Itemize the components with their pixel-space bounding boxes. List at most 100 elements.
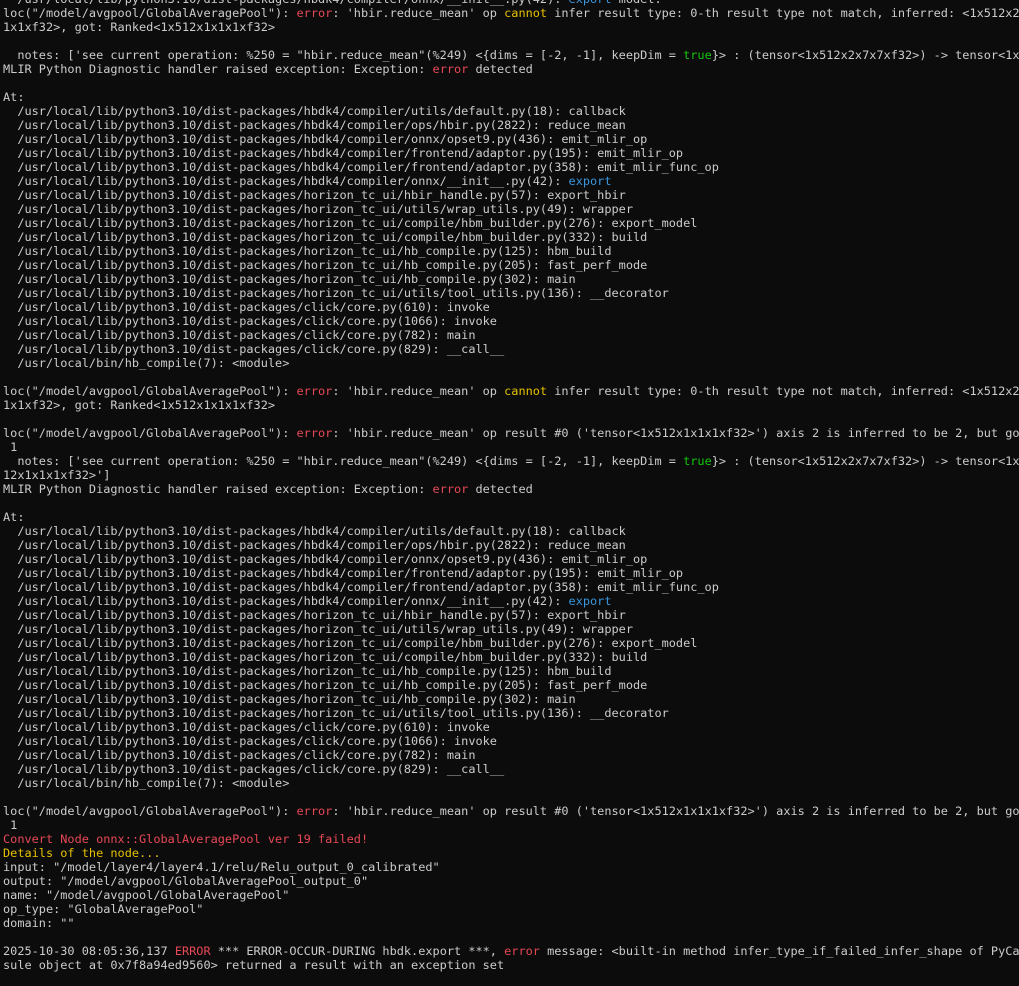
terminal-line: /usr/local/bin/hb_compile(7): <module> bbox=[3, 356, 1019, 370]
terminal-line: 1 bbox=[3, 440, 1019, 454]
terminal-text-segment: /usr/local/bin/hb_compile(7): <module> bbox=[3, 356, 290, 370]
terminal-line: /usr/local/lib/python3.10/dist-packages/… bbox=[3, 692, 1019, 706]
terminal-line: /usr/local/lib/python3.10/dist-packages/… bbox=[3, 216, 1019, 230]
terminal-line: name: "/model/avgpool/GlobalAveragePool" bbox=[3, 888, 1019, 902]
terminal-line: 1x1xf32>, got: Ranked<1x512x1x1x1xf32> bbox=[3, 20, 1019, 34]
terminal-text-segment: 12x1x1x1xf32>'] bbox=[3, 468, 111, 482]
terminal-line: loc("/model/avgpool/GlobalAveragePool"):… bbox=[3, 426, 1019, 440]
terminal-text-segment: error bbox=[432, 62, 469, 76]
terminal-text-segment: /usr/local/lib/python3.10/dist-packages/… bbox=[3, 216, 698, 230]
terminal-text-segment: /usr/local/lib/python3.10/dist-packages/… bbox=[3, 734, 497, 748]
terminal-text-segment: loc("/model/avgpool/GlobalAveragePool"): bbox=[3, 426, 297, 440]
terminal-line: loc("/model/avgpool/GlobalAveragePool"):… bbox=[3, 384, 1019, 398]
terminal-line: 2025-10-30 08:05:36,137 ERROR *** ERROR-… bbox=[3, 944, 1019, 958]
terminal-text-segment: error bbox=[432, 482, 469, 496]
terminal-text-segment: /usr/local/lib/python3.10/dist-packages/… bbox=[3, 328, 476, 342]
terminal-text-segment: notes: ['see current operation: %250 = "… bbox=[3, 48, 684, 62]
terminal-text-segment: /usr/local/lib/python3.10/dist-packages/… bbox=[3, 650, 648, 664]
terminal-text-segment: detected bbox=[468, 62, 533, 76]
terminal-text-segment: /usr/local/lib/python3.10/dist-packages/… bbox=[3, 230, 648, 244]
terminal-line: /usr/local/lib/python3.10/dist-packages/… bbox=[3, 678, 1019, 692]
terminal-line: 1 bbox=[3, 818, 1019, 832]
terminal-text-segment: 1 bbox=[3, 440, 18, 454]
terminal-line: /usr/local/bin/hb_compile(7): <module> bbox=[3, 776, 1019, 790]
terminal-line: /usr/local/lib/python3.10/dist-packages/… bbox=[3, 622, 1019, 636]
terminal-text-segment: true bbox=[683, 454, 712, 468]
terminal-text-segment: cannot bbox=[504, 384, 548, 398]
terminal-text-segment: input: "/model/layer4/layer4.1/relu/Relu… bbox=[3, 860, 440, 874]
terminal-line: notes: ['see current operation: %250 = "… bbox=[3, 454, 1019, 468]
terminal-line: /usr/local/lib/python3.10/dist-packages/… bbox=[3, 762, 1019, 776]
terminal-text-segment: /usr/local/lib/python3.10/dist-packages/… bbox=[3, 608, 626, 622]
terminal-text-segment: cannot bbox=[504, 6, 548, 20]
terminal-text-segment: /usr/local/lib/python3.10/dist-packages/… bbox=[3, 524, 626, 538]
terminal-text-segment: /usr/local/lib/python3.10/dist-packages/… bbox=[3, 692, 576, 706]
terminal-line: At: bbox=[3, 510, 1019, 524]
terminal-text-segment: MLIR Python Diagnostic handler raised ex… bbox=[3, 62, 433, 76]
terminal-text-segment: /usr/local/lib/python3.10/dist-packages/… bbox=[3, 272, 576, 286]
terminal-line: /usr/local/lib/python3.10/dist-packages/… bbox=[3, 566, 1019, 580]
terminal-text-segment: output: "/model/avgpool/GlobalAveragePoo… bbox=[3, 874, 369, 888]
terminal-text-segment: /usr/local/lib/python3.10/dist-packages/… bbox=[3, 188, 626, 202]
terminal-text-segment: /usr/local/lib/python3.10/dist-packages/… bbox=[3, 286, 669, 300]
terminal-line: /usr/local/lib/python3.10/dist-packages/… bbox=[3, 244, 1019, 258]
terminal-text-segment: Details of the node... bbox=[3, 846, 161, 860]
terminal-text-segment: }> : (tensor<1x512x2x7x7xf32>) -> tensor… bbox=[711, 48, 1019, 62]
terminal-line: /usr/local/lib/python3.10/dist-packages/… bbox=[3, 664, 1019, 678]
terminal-text-segment: export bbox=[568, 594, 612, 608]
terminal-line: /usr/local/lib/python3.10/dist-packages/… bbox=[3, 552, 1019, 566]
terminal-text-segment: MLIR Python Diagnostic handler raised ex… bbox=[3, 482, 433, 496]
terminal-line: MLIR Python Diagnostic handler raised ex… bbox=[3, 62, 1019, 76]
terminal-line: /usr/local/lib/python3.10/dist-packages/… bbox=[3, 104, 1019, 118]
terminal-line: op_type: "GlobalAveragePool" bbox=[3, 902, 1019, 916]
terminal-text-segment: name: "/model/avgpool/GlobalAveragePool" bbox=[3, 888, 290, 902]
terminal-line: /usr/local/lib/python3.10/dist-packages/… bbox=[3, 328, 1019, 342]
terminal-text-segment: detected bbox=[468, 482, 533, 496]
terminal-text-segment: message: <built-in method infer_type_if_… bbox=[539, 944, 1019, 958]
terminal-text-segment: /usr/local/lib/python3.10/dist-packages/… bbox=[3, 132, 648, 146]
terminal-text-segment: /usr/local/lib/python3.10/dist-packages/… bbox=[3, 552, 648, 566]
terminal-text-segment: notes: ['see current operation: %250 = "… bbox=[3, 454, 684, 468]
terminal-text-segment: /usr/local/lib/python3.10/dist-packages/… bbox=[3, 580, 719, 594]
terminal-text-segment: error bbox=[296, 426, 333, 440]
terminal-line: /usr/local/lib/python3.10/dist-packages/… bbox=[3, 146, 1019, 160]
terminal-text-segment: : 'hbir.reduce_mean' op bbox=[332, 6, 505, 20]
terminal-line: /usr/local/lib/python3.10/dist-packages/… bbox=[3, 734, 1019, 748]
terminal-text-segment: /usr/local/lib/python3.10/dist-packages/… bbox=[3, 664, 612, 678]
terminal-line: input: "/model/layer4/layer4.1/relu/Relu… bbox=[3, 860, 1019, 874]
terminal-text-segment: error bbox=[296, 384, 333, 398]
terminal-line: /usr/local/lib/python3.10/dist-packages/… bbox=[3, 132, 1019, 146]
terminal-text-segment: /usr/local/lib/python3.10/dist-packages/… bbox=[3, 174, 569, 188]
terminal-text-segment: error bbox=[296, 6, 333, 20]
terminal-text-segment: /usr/local/lib/python3.10/dist-packages/… bbox=[3, 566, 684, 580]
terminal-line: /usr/local/lib/python3.10/dist-packages/… bbox=[3, 748, 1019, 762]
terminal-line: /usr/local/lib/python3.10/dist-packages/… bbox=[3, 608, 1019, 622]
terminal-line: notes: ['see current operation: %250 = "… bbox=[3, 48, 1019, 62]
terminal-text-segment: ERROR bbox=[174, 944, 211, 958]
terminal-text-segment: }> : (tensor<1x512x2x7x7xf32>) -> tensor… bbox=[711, 454, 1019, 468]
terminal-line: /usr/local/lib/python3.10/dist-packages/… bbox=[3, 174, 1019, 188]
terminal-text-segment: /usr/local/lib/python3.10/dist-packages/… bbox=[3, 202, 633, 216]
terminal-line: /usr/local/lib/python3.10/dist-packages/… bbox=[3, 286, 1019, 300]
terminal-text-segment: /usr/local/lib/python3.10/dist-packages/… bbox=[3, 160, 719, 174]
terminal-window[interactable]: /usr/local/lib/python3.10/dist-packages/… bbox=[0, 0, 1019, 986]
terminal-text-segment: /usr/local/lib/python3.10/dist-packages/… bbox=[3, 104, 626, 118]
terminal-text-segment: /usr/local/lib/python3.10/dist-packages/… bbox=[3, 146, 684, 160]
terminal-line: /usr/local/lib/python3.10/dist-packages/… bbox=[3, 300, 1019, 314]
terminal-line: /usr/local/lib/python3.10/dist-packages/… bbox=[3, 314, 1019, 328]
terminal-text-segment: : 'hbir.reduce_mean' op bbox=[332, 384, 505, 398]
terminal-line: /usr/local/lib/python3.10/dist-packages/… bbox=[3, 342, 1019, 356]
terminal-text-segment: /usr/local/lib/python3.10/dist-packages/… bbox=[3, 314, 497, 328]
terminal-line: /usr/local/lib/python3.10/dist-packages/… bbox=[3, 580, 1019, 594]
terminal-text-segment: 1x1xf32>, got: Ranked<1x512x1x1x1xf32> bbox=[3, 20, 276, 34]
terminal-text-segment: /usr/local/lib/python3.10/dist-packages/… bbox=[3, 706, 669, 720]
terminal-line: /usr/local/lib/python3.10/dist-packages/… bbox=[3, 720, 1019, 734]
terminal-text-segment: Convert Node onnx::GlobalAveragePool ver… bbox=[3, 832, 369, 846]
terminal-text-segment: /usr/local/lib/python3.10/dist-packages/… bbox=[3, 720, 490, 734]
